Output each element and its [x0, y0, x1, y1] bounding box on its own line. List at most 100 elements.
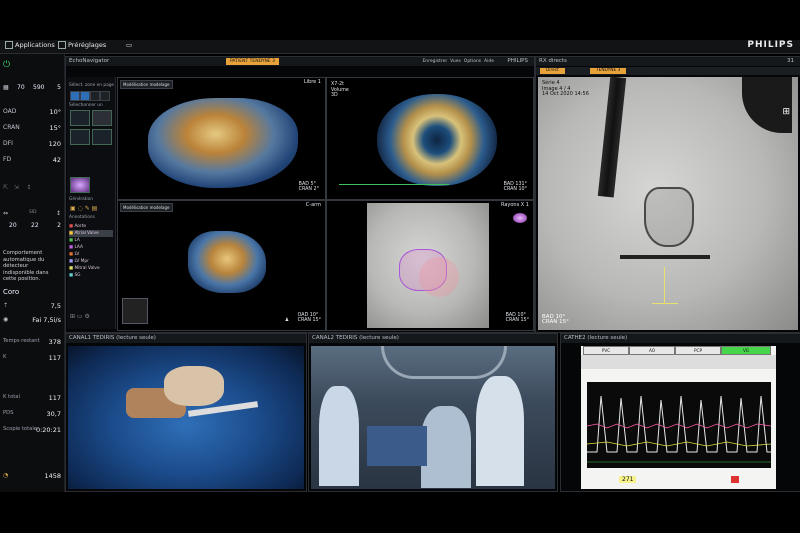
- annotation-item[interactable]: ■ LV: [69, 251, 113, 258]
- view-thumb-4[interactable]: [92, 129, 112, 145]
- power-icon: ⏻: [3, 60, 11, 70]
- protocol-label: Coro: [3, 288, 20, 296]
- annotation-tools[interactable]: ▣ ◌ ✎ ▤: [70, 205, 97, 212]
- detector-icons: ⇱ ⇲ ↕: [3, 184, 32, 191]
- annotation-item[interactable]: ■ SG: [69, 272, 113, 279]
- surgical-field-video: [68, 346, 304, 489]
- apps-icon: [5, 41, 13, 49]
- alarm-indicator: [731, 476, 739, 483]
- rx-tabbar: Direct TENDYNE 3: [536, 67, 800, 75]
- table-icon: ⇔: [3, 210, 9, 217]
- feed-1-title: CANAL1 TEDIRIS (lecture seule): [66, 334, 306, 343]
- layout-buttons[interactable]: [70, 91, 112, 101]
- fai-row: ◉ Fai 7,5i/s: [3, 316, 61, 324]
- rx-directs-panel: RX directs 31 Direct TENDYNE 3 ⊞ Série 4…: [535, 56, 800, 333]
- annotation-item[interactable]: ■ Atrial Valve: [69, 230, 113, 237]
- operating-room-video: [311, 346, 555, 489]
- feed-2-title: CANAL2 TEDIRIS (lecture seule): [309, 334, 557, 343]
- echo-view-valve[interactable]: X7-2t Volume 3D BAD 131° CRAN 10°: [326, 77, 534, 200]
- carm-3d-render: [188, 231, 266, 293]
- preferences-icon: [58, 41, 66, 49]
- delivery-catheter: [597, 76, 627, 198]
- left-status-column: ⏻ ▦ 70 590 5 OAD 10° CRAN 15° DFI 120 FD 42 …: [0, 54, 65, 492]
- view-thumb-1[interactable]: [70, 110, 90, 126]
- drapes: [367, 426, 427, 466]
- tab-pvc[interactable]: PVC: [583, 346, 629, 355]
- annotation-item[interactable]: ■ LV Mpr: [69, 258, 113, 265]
- annotation-item[interactable]: ■ Mitral Valve: [69, 265, 113, 272]
- patient-banner: PATIENT TENDYNE 3: [226, 58, 280, 65]
- model-button[interactable]: Modélisation modelage: [120, 80, 173, 89]
- pds-row: PDS 30,7: [3, 410, 61, 418]
- exposure-icon: ▦: [3, 84, 9, 91]
- staff-1: [319, 386, 359, 486]
- remaining-time-row: Temps restant 378: [3, 338, 61, 346]
- model-button-2[interactable]: Modélisation modelage: [120, 203, 173, 212]
- bottom-tool-icons[interactable]: ⊞ ▭ ⚙: [70, 313, 110, 323]
- scopie-row: Scopie totale 0:20:21: [3, 426, 61, 434]
- valve-frame: [644, 187, 694, 247]
- eye-icon: ◉: [3, 316, 9, 323]
- orientation-thumb: [122, 298, 148, 324]
- annotation-item[interactable]: ■ LAA: [69, 244, 113, 251]
- rx-angle-readout: BAD 10° CRAN 15°: [542, 313, 569, 326]
- cran-row: CRAN 15°: [3, 124, 61, 132]
- tab-pcp[interactable]: PCP: [675, 346, 721, 355]
- gloved-hand: [164, 366, 224, 406]
- valve-angle-readout: BAD 131° CRAN 10°: [503, 181, 527, 193]
- valve-en-face-render: [377, 94, 497, 186]
- echonavigator-panel: EchoNavigator PATIENT TENDYNE 3 PHILIPS …: [65, 56, 535, 333]
- echo-menu[interactable]: Enregistrer Vues Options Aide: [422, 57, 494, 66]
- annotation-list: ■ Aorte ■ Atrial Valve ■ LA ■ LAA ■ LV ■…: [69, 223, 113, 279]
- tab-vg[interactable]: VG: [721, 346, 771, 355]
- carm-angle-readout: OAD 10° CRAN 15°: [297, 312, 321, 324]
- detector-edge: [742, 77, 792, 133]
- echonavigator-header: EchoNavigator PATIENT TENDYNE 3 PHILIPS …: [66, 57, 534, 66]
- tab-tendyne[interactable]: TENDYNE 3: [590, 68, 627, 74]
- clock-icon: ◔: [3, 472, 9, 479]
- probe-readout: X7-2t Volume 3D: [331, 82, 349, 99]
- sheath-tip: [620, 255, 710, 259]
- xray-angle-readout: BAD 10° CRAN 15°: [505, 312, 529, 324]
- annotation-item[interactable]: ■ Aorte: [69, 223, 113, 230]
- rx-series-info: Série 4 Image 4 / 4 14 Oct 2020 14:56: [542, 80, 589, 98]
- echo-3d-render: [148, 98, 298, 188]
- k-total-row: K total 117: [3, 394, 61, 402]
- counter-row: ◔ 1458: [3, 472, 61, 480]
- tab-ao[interactable]: AO: [629, 346, 675, 355]
- hemodynamics-panel[interactable]: CATHE2 (lecture seule) PVC AO PCP VG 271: [560, 333, 800, 492]
- applications-menu[interactable]: Applications: [5, 41, 55, 49]
- preferences-menu[interactable]: Préréglages: [58, 41, 106, 49]
- echo-tool-sidebar: Sélect. zone en page Sélectionner un Gén…: [67, 77, 116, 329]
- fd-row: FD 42: [3, 156, 61, 164]
- staff-2: [421, 406, 471, 488]
- echo-view-3d-left[interactable]: Modélisation modelage Libre 1 BAD 5° CRAN…: [117, 77, 326, 200]
- lv-model-overlay: [419, 257, 459, 297]
- video-feed-1[interactable]: CANAL1 TEDIRIS (lecture seule): [65, 333, 307, 492]
- feed-3-title: CATHE2 (lecture seule): [561, 334, 800, 343]
- frame-rate-row: ⇡ 7,5: [3, 302, 61, 310]
- tab-direct[interactable]: Direct: [540, 68, 565, 74]
- detector-warning: Comportement automatique du détecteur in…: [3, 250, 49, 282]
- fluoro-icon: ⇡: [3, 302, 9, 309]
- readout-bar: [581, 355, 776, 369]
- echo-view-xray-overlay[interactable]: Rayons X 1 BAD 10° CRAN 15°: [326, 200, 534, 331]
- hemo-value: 271: [619, 476, 637, 483]
- annotation-item[interactable]: ■ LA: [69, 237, 113, 244]
- grid-icon[interactable]: ⊞: [782, 107, 790, 117]
- heart-model-thumb[interactable]: [70, 177, 90, 193]
- view-thumb-2[interactable]: [92, 110, 112, 126]
- dfi-row: DFI 120: [3, 140, 61, 148]
- view-thumb-3[interactable]: [70, 129, 90, 145]
- ecg-trace: [339, 184, 449, 185]
- height-icon: ↕: [55, 210, 61, 217]
- rx-header: RX directs 31: [536, 57, 800, 66]
- philips-logo: PHILIPS: [747, 40, 794, 50]
- echo-view-carm-3d[interactable]: Modélisation modelage C-arm ♟ OAD 10° CRA…: [117, 200, 326, 331]
- heart-orientation-icon: [513, 213, 527, 223]
- hemodynamic-monitor: PVC AO PCP VG 271: [581, 346, 776, 489]
- screen-icon[interactable]: ▭: [126, 41, 132, 49]
- measure-line: [664, 267, 665, 303]
- live-fluoroscopy-image[interactable]: ⊞ Série 4 Image 4 / 4 14 Oct 2020 14:56 BA…: [538, 76, 798, 330]
- video-feed-2[interactable]: CANAL2 TEDIRIS (lecture seule): [308, 333, 558, 492]
